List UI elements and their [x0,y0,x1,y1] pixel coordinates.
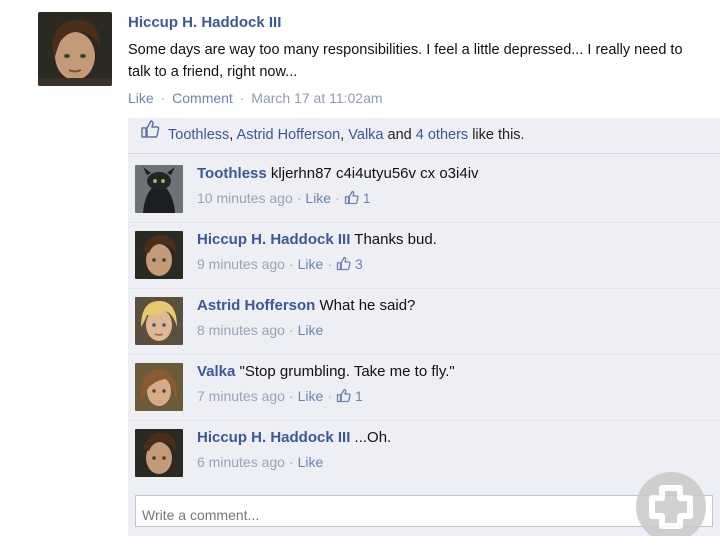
liker-name[interactable]: Valka [348,127,383,143]
post-meta: Like · Comment · March 17 at 11:02am [128,90,383,106]
comment-text: ...Oh. [354,429,392,446]
comment-author[interactable]: Hiccup H. Haddock III [197,429,350,446]
comment-text: What he said? [319,297,416,314]
comment-line: Toothless kljerhn87 c4i4utyu56v cx o3i4i… [197,165,479,182]
post-author-avatar[interactable] [38,12,112,86]
post-timestamp[interactable]: March 17 at 11:02am [251,90,382,106]
likes-summary: Toothless, Astrid Hofferson, Valka and 4… [128,118,720,154]
comment-time[interactable]: 10 minutes ago [197,190,293,206]
comment-author[interactable]: Valka [197,363,235,380]
facebook-post: Hiccup H. Haddock III Some days are way … [0,0,720,536]
comment-like-link[interactable]: Like [298,322,324,338]
comment-line: Astrid Hofferson What he said? [197,297,415,314]
comment-like-link[interactable]: Like [298,256,324,272]
comment-item: Hiccup H. Haddock III ...Oh. 6 minutes a… [128,420,720,486]
commenter-avatar[interactable] [135,231,183,279]
write-comment-input[interactable] [135,495,713,527]
thumbs-up-icon [344,190,359,208]
separator-dot: · [327,388,332,404]
comment-meta: 9 minutes ago · Like · 3 [197,256,363,274]
separator-dot: · [160,90,166,106]
separator-dot: · [288,388,294,404]
comment-time[interactable]: 7 minutes ago [197,388,285,404]
post-text: Some days are way too many responsibilit… [128,42,683,80]
comment-meta: 8 minutes ago · Like [197,322,323,338]
comment-text: kljerhn87 c4i4utyu56v cx o3i4iv [270,165,479,182]
liker-name[interactable]: Toothless [168,127,229,143]
commenter-avatar[interactable] [135,429,183,477]
comment-item: Valka "Stop grumbling. Take me to fly." … [128,354,720,420]
thumbs-up-icon [140,118,160,152]
separator-dot: · [296,190,302,206]
likes-suffix: like this. [472,127,525,143]
commenter-avatar[interactable] [135,363,183,411]
commenter-avatar[interactable] [135,165,183,213]
separator-dot: · [335,190,340,206]
comment-item: Toothless kljerhn87 c4i4utyu56v cx o3i4i… [128,156,720,222]
separator-dot: · [288,454,294,470]
liker-name[interactable]: Astrid Hofferson [237,127,341,143]
comment-meta: 7 minutes ago · Like · 1 [197,388,363,406]
comment-author[interactable]: Toothless [197,165,267,182]
post-like-link[interactable]: Like [128,90,154,106]
comment-like-count[interactable]: 1 [363,190,371,206]
thumbs-up-icon [336,256,351,274]
comment-line: Hiccup H. Haddock III ...Oh. [197,429,391,446]
comment-text: Thanks bud. [354,231,437,248]
comment-item: Astrid Hofferson What he said? 8 minutes… [128,288,720,354]
comment-like-link[interactable]: Like [305,190,331,206]
watermark-icon [636,472,706,536]
comment-line: Hiccup H. Haddock III Thanks bud. [197,231,437,248]
separator-dot: · [327,256,332,272]
comment-author[interactable]: Hiccup H. Haddock III [197,231,350,248]
post-author-name[interactable]: Hiccup H. Haddock III [128,14,281,31]
separator-dot: · [288,322,294,338]
comment-text: "Stop grumbling. Take me to fly." [239,363,455,380]
comment-author[interactable]: Astrid Hofferson [197,297,315,314]
comments-section: Toothless, Astrid Hofferson, Valka and 4… [128,118,720,536]
separator-dot: · [239,90,245,106]
commenter-avatar[interactable] [135,297,183,345]
comment-time[interactable]: 8 minutes ago [197,322,285,338]
post-comment-link[interactable]: Comment [172,90,233,106]
comment-line: Valka "Stop grumbling. Take me to fly." [197,363,455,380]
comment-like-link[interactable]: Like [298,454,324,470]
comment-time[interactable]: 6 minutes ago [197,454,285,470]
separator-dot: · [288,256,294,272]
likes-others-link[interactable]: 4 others [416,127,468,143]
likes-and: and [387,127,412,143]
comment-meta: 10 minutes ago · Like · 1 [197,190,371,208]
comment-item: Hiccup H. Haddock III Thanks bud. 9 minu… [128,222,720,288]
comment-time[interactable]: 9 minutes ago [197,256,285,272]
comment-meta: 6 minutes ago · Like [197,454,323,470]
comment-like-count[interactable]: 3 [355,256,363,272]
comment-like-link[interactable]: Like [298,388,324,404]
comment-like-count[interactable]: 1 [355,388,363,404]
thumbs-up-icon [336,388,351,406]
